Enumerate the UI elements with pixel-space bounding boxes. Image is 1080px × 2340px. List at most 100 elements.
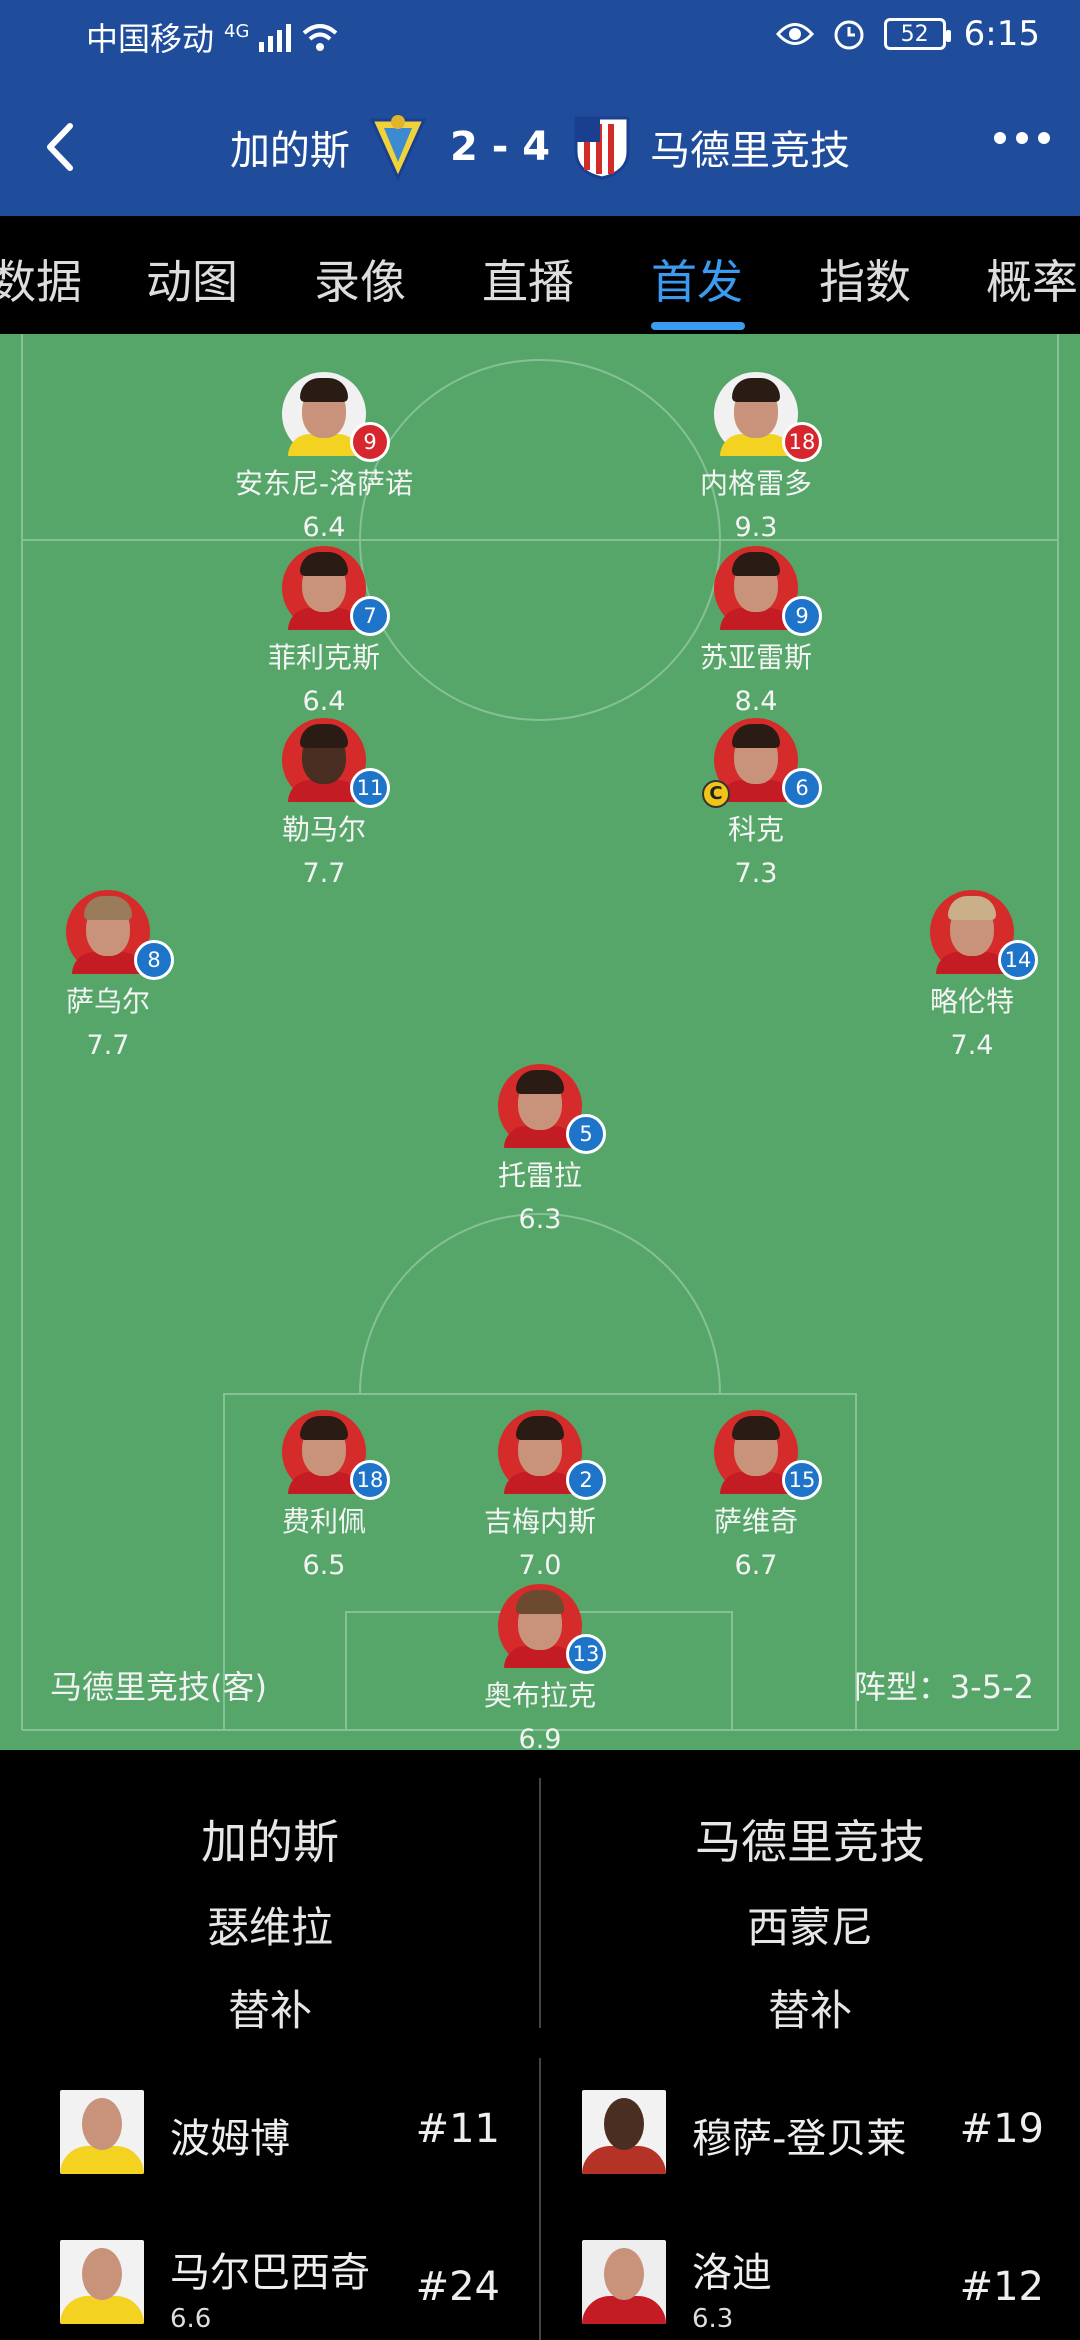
sub-player-number: #24 — [415, 2264, 500, 2310]
player-card[interactable]: 8 萨乌尔 7.7 — [0, 890, 228, 1061]
tab-live[interactable]: 直播 — [482, 246, 574, 312]
away-coach-column: 马德里竞技 西蒙尼 替补 — [540, 1806, 1080, 2038]
away-coach-name: 西蒙尼 — [746, 1903, 873, 1952]
player-avatar: 5 — [498, 1064, 606, 1154]
substitutes-section: 加的斯 瑟维拉 替补 马德里竞技 西蒙尼 替补 波姆博 #11 马尔巴西奇 6.… — [0, 1750, 1080, 2340]
player-rating: 7.7 — [302, 858, 346, 889]
match-header: 加的斯 2 - 4 马德里竞技 — [0, 92, 1080, 202]
home-team-name: 加的斯 — [229, 128, 350, 174]
sub-player-row[interactable]: 马尔巴西奇 6.6 #24 — [60, 2240, 510, 2334]
status-bar: 中国移动 4G 52 6:15 — [0, 0, 1080, 72]
sub-player-name: 穆萨-登贝莱 — [692, 2116, 907, 2162]
shirt-number-badge: 6 — [782, 768, 822, 808]
player-name: 勒马尔 — [281, 813, 366, 846]
player-rating: 7.4 — [950, 1030, 994, 1061]
player-name: 费利佩 — [281, 1505, 366, 1538]
player-card[interactable]: 7 菲利克斯 6.4 — [204, 546, 444, 717]
home-coach-name: 瑟维拉 — [206, 1903, 333, 1952]
eye-icon — [775, 23, 814, 45]
player-rating: 8.4 — [734, 686, 778, 717]
player-card[interactable]: 2 吉梅内斯 7.0 — [420, 1410, 660, 1581]
sub-player-photo — [582, 2240, 666, 2324]
shirt-number-badge: 13 — [566, 1634, 606, 1674]
battery-level: 52 — [900, 21, 929, 47]
status-right: 52 6:15 — [775, 14, 1040, 54]
player-card[interactable]: 11 勒马尔 7.7 — [204, 718, 444, 889]
player-rating: 7.0 — [518, 1550, 562, 1581]
player-rating: 6.3 — [518, 1204, 562, 1235]
away-subs-heading: 替补 — [767, 1986, 852, 2035]
battery-icon: 52 — [883, 18, 951, 50]
player-rating: 9.3 — [734, 512, 778, 543]
player-rating: 6.4 — [302, 512, 346, 543]
captain-badge: C — [702, 780, 730, 808]
pitch: 9 安东尼-洛萨诺 6.4 18 内格雷多 9.3 7 菲利克斯 6.4 9 苏… — [0, 334, 1080, 1755]
player-card[interactable]: C 6 科克 7.3 — [636, 718, 876, 889]
sub-player-rating: 6.6 — [170, 2304, 212, 2334]
atletico-crest-icon — [574, 116, 630, 180]
wifi-icon — [303, 24, 338, 51]
player-name: 苏亚雷斯 — [699, 641, 812, 674]
player-card[interactable]: 18 内格雷多 9.3 — [636, 372, 876, 543]
sub-player-number: #19 — [959, 2106, 1044, 2152]
sub-player-rating: 6.3 — [692, 2304, 734, 2334]
home-coach-column: 加的斯 瑟维拉 替补 — [0, 1806, 540, 2038]
player-avatar: 13 — [498, 1584, 606, 1674]
sub-player-number: #11 — [415, 2106, 500, 2152]
player-avatar: C 6 — [702, 718, 822, 808]
top-bar: 中国移动 4G 52 6:15 加的斯 2 - 4 马德里竞技 — [0, 0, 1080, 216]
sub-player-row[interactable]: 穆萨-登贝莱 #19 — [582, 2090, 1044, 2180]
sub-player-photo — [60, 2090, 144, 2174]
player-name: 萨维奇 — [713, 1505, 798, 1538]
tab-lineup[interactable]: 首发 — [651, 246, 743, 312]
tab-data[interactable]: 数据 — [0, 246, 82, 312]
player-rating: 6.5 — [302, 1550, 346, 1581]
shirt-number-badge: 14 — [998, 940, 1038, 980]
player-card[interactable]: 5 托雷拉 6.3 — [420, 1064, 660, 1235]
sub-player-row[interactable]: 洛迪 6.3 #12 — [582, 2240, 1044, 2334]
player-avatar: 7 — [282, 546, 390, 636]
match-score: 2 - 4 — [449, 124, 551, 170]
tab-video[interactable]: 录像 — [314, 246, 406, 312]
status-left: 中国移动 4G — [86, 14, 339, 60]
player-rating: 7.3 — [734, 858, 778, 889]
signal-icon — [259, 22, 292, 52]
alarm-icon — [834, 20, 864, 50]
shirt-number-badge: 11 — [350, 768, 390, 808]
player-card[interactable]: 15 萨维奇 6.7 — [636, 1410, 876, 1581]
tab-gifs[interactable]: 动图 — [146, 246, 238, 312]
sub-player-name: 洛迪 — [692, 2250, 772, 2296]
more-options-icon[interactable] — [994, 132, 1050, 144]
player-rating: 6.7 — [734, 1550, 778, 1581]
player-card[interactable]: 14 略伦特 7.4 — [852, 890, 1080, 1061]
player-card[interactable]: 18 费利佩 6.5 — [204, 1410, 444, 1581]
player-name: 略伦特 — [929, 985, 1014, 1018]
player-avatar: 18 — [282, 1410, 390, 1500]
away-team-name: 马德里竞技 — [650, 128, 851, 174]
player-name: 托雷拉 — [497, 1159, 582, 1192]
player-name: 菲利克斯 — [267, 641, 380, 674]
shirt-number-badge: 18 — [350, 1460, 390, 1500]
shirt-number-badge: 2 — [566, 1460, 606, 1500]
player-name: 安东尼-洛萨诺 — [234, 467, 414, 500]
player-name: 萨乌尔 — [65, 985, 150, 1018]
player-avatar: 11 — [282, 718, 390, 808]
tab-probability[interactable]: 概率 — [986, 246, 1078, 312]
player-avatar: 9 — [282, 372, 390, 462]
player-card[interactable]: 9 安东尼-洛萨诺 6.4 — [204, 372, 444, 543]
shirt-number-badge: 5 — [566, 1114, 606, 1154]
player-card[interactable]: 9 苏亚雷斯 8.4 — [636, 546, 876, 717]
shirt-number-badge: 7 — [350, 596, 390, 636]
player-rating: 7.7 — [86, 1030, 130, 1061]
player-card[interactable]: 13 奥布拉克 6.9 — [420, 1584, 660, 1755]
tab-odds[interactable]: 指数 — [819, 246, 911, 312]
carrier-label: 中国移动 — [86, 20, 215, 58]
match-title: 加的斯 2 - 4 马德里竞技 — [0, 112, 1080, 182]
away-team-heading: 马德里竞技 — [695, 1815, 925, 1869]
active-tab-indicator — [651, 322, 745, 330]
clock: 6:15 — [963, 14, 1040, 54]
player-name: 吉梅内斯 — [483, 1505, 596, 1538]
player-name: 奥布拉克 — [483, 1679, 596, 1712]
sub-player-row[interactable]: 波姆博 #11 — [60, 2090, 510, 2180]
tab-bar: 数据 动图 录像 直播 首发 指数 概率 — [0, 216, 1080, 334]
